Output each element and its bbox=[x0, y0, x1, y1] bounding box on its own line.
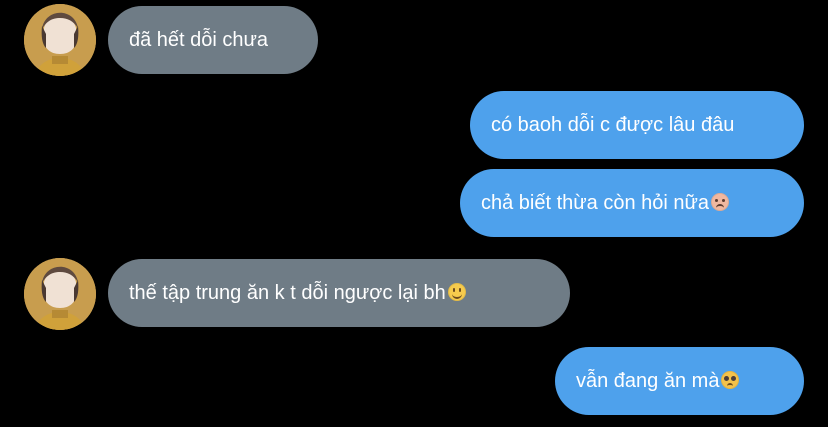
message-text: thế tập trung ăn k t dỗi ngược lại bh bbox=[129, 282, 446, 304]
message-bubble-outgoing: có baoh dỗi c được lâu đâu bbox=[470, 91, 804, 159]
message-bubble-outgoing: vẫn đang ăn mà bbox=[555, 347, 804, 415]
pleading-face-emoji-icon bbox=[721, 371, 740, 389]
message-bubble-outgoing: chả biết thừa còn hỏi nữa bbox=[460, 169, 804, 237]
avatar bbox=[24, 4, 96, 76]
message-text: vẫn đang ăn mà bbox=[576, 370, 720, 392]
message-text: chả biết thừa còn hỏi nữa bbox=[481, 192, 710, 214]
message-text: đã hết dỗi chưa bbox=[129, 29, 269, 51]
angry-face-emoji-icon bbox=[711, 193, 730, 211]
slightly-smiling-face-emoji-icon bbox=[447, 283, 466, 301]
message-bubble-incoming: thế tập trung ăn k t dỗi ngược lại bh bbox=[108, 259, 570, 327]
message-text: có baoh dỗi c được lâu đâu bbox=[491, 114, 735, 136]
message-bubble-incoming: đã hết dỗi chưa bbox=[108, 6, 318, 74]
avatar bbox=[24, 258, 96, 330]
